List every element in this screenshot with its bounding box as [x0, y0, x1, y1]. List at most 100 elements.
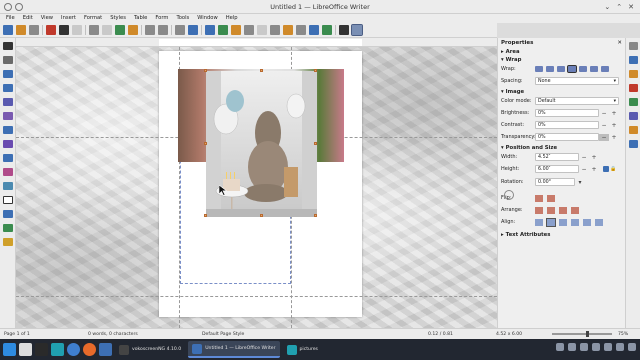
selected-image[interactable] — [204, 69, 317, 217]
menu-help[interactable]: Help — [223, 14, 241, 23]
basic-shapes-icon[interactable] — [322, 25, 332, 35]
wrap-left-icon[interactable] — [567, 65, 577, 73]
text-boundaries-icon[interactable] — [351, 24, 363, 36]
polygon-icon[interactable] — [3, 154, 13, 162]
flowchart-icon[interactable] — [3, 182, 13, 190]
redo-icon[interactable] — [158, 25, 168, 35]
menu-view[interactable]: View — [38, 14, 56, 23]
paste-icon[interactable] — [115, 25, 125, 35]
insert-line-icon[interactable] — [309, 25, 319, 35]
bring-forward-icon[interactable] — [547, 206, 555, 214]
height-increase-button[interactable]: + — [589, 166, 599, 173]
brightness-field[interactable]: 0% — [535, 109, 599, 117]
resize-handle-top-right[interactable] — [314, 69, 317, 72]
flip-vertical-icon[interactable] — [535, 194, 543, 202]
resize-handle-top-left[interactable] — [204, 69, 207, 72]
rotation-field[interactable]: 0.00° — [535, 178, 575, 186]
section-area[interactable]: ▸ Area — [498, 48, 625, 55]
document-page[interactable] — [16, 47, 497, 328]
volume-icon[interactable] — [580, 343, 588, 351]
navigator-tab-icon[interactable] — [629, 112, 638, 120]
save-icon[interactable] — [29, 25, 39, 35]
spacing-dropdown[interactable]: None ▾ — [535, 77, 619, 85]
clipboard-icon[interactable] — [556, 343, 564, 351]
insert-table-icon[interactable] — [205, 25, 215, 35]
menu-edit[interactable]: Edit — [20, 14, 36, 23]
brightness-increase-button[interactable]: + — [609, 110, 619, 117]
undo-icon[interactable] — [145, 25, 155, 35]
curve-icon[interactable] — [3, 112, 13, 120]
callouts-icon[interactable] — [3, 224, 13, 232]
wrap-through-icon[interactable] — [590, 66, 598, 72]
rotation-dial[interactable] — [504, 190, 514, 200]
discover-icon[interactable] — [67, 343, 80, 356]
menu-window[interactable]: Window — [194, 14, 220, 23]
spelling-icon[interactable] — [188, 25, 198, 35]
writer-launcher-icon[interactable] — [99, 343, 112, 356]
transparency-decrease-button[interactable]: − — [599, 133, 609, 141]
select-icon[interactable] — [3, 42, 13, 50]
section-position-size[interactable]: ▾ Position and Size — [498, 144, 625, 151]
page-tab-icon[interactable] — [629, 70, 638, 78]
show-desktop-icon[interactable] — [628, 343, 636, 351]
resize-handle-bottom-left[interactable] — [204, 214, 207, 217]
task-writer[interactable]: Untitled 1 — LibreOffice Writer — [188, 341, 280, 358]
insert-hyperlink-icon[interactable] — [270, 25, 280, 35]
section-wrap[interactable]: ▾ Wrap — [498, 56, 625, 63]
insert-chart-icon[interactable] — [231, 25, 241, 35]
wrap-off-icon[interactable] — [535, 66, 543, 72]
file-manager-icon[interactable] — [51, 343, 64, 356]
contrast-field[interactable]: 0% — [535, 121, 599, 129]
sidebar-menu-icon[interactable] — [629, 42, 638, 50]
width-increase-button[interactable]: + — [589, 154, 599, 161]
menu-table[interactable]: Table — [131, 14, 150, 23]
contrast-increase-button[interactable]: + — [609, 122, 619, 129]
document-canvas[interactable] — [16, 47, 497, 328]
points-icon[interactable] — [3, 238, 13, 246]
styles-tab-icon[interactable] — [629, 84, 638, 92]
line-icon[interactable] — [3, 56, 13, 64]
connector-icon[interactable] — [3, 98, 13, 106]
symbol-shapes-icon[interactable] — [3, 140, 13, 148]
insert-image-icon[interactable] — [218, 25, 228, 35]
network-icon[interactable] — [592, 343, 600, 351]
manage-changes-tab-icon[interactable] — [629, 126, 638, 134]
menu-format[interactable]: Format — [81, 14, 105, 23]
send-to-back-icon[interactable] — [571, 206, 579, 214]
print-preview-icon[interactable] — [72, 25, 82, 35]
find-replace-icon[interactable] — [175, 25, 185, 35]
new-document-icon[interactable] — [3, 25, 13, 35]
align-bottom-icon[interactable] — [595, 218, 603, 226]
copy-icon[interactable] — [102, 25, 112, 35]
keep-ratio-checkbox[interactable] — [603, 166, 609, 172]
flip-horizontal-icon[interactable] — [547, 194, 555, 202]
resize-handle-bottom-right[interactable] — [314, 214, 317, 217]
menu-styles[interactable]: Styles — [107, 14, 129, 23]
align-left-icon[interactable] — [535, 218, 543, 226]
resize-handle-right[interactable] — [314, 142, 317, 145]
wrap-right-icon[interactable] — [579, 66, 587, 72]
zoom-slider-knob[interactable] — [586, 331, 589, 337]
align-middle-icon[interactable] — [583, 218, 591, 226]
section-image[interactable]: ▾ Image — [498, 88, 625, 95]
open-folder-icon[interactable] — [16, 25, 26, 35]
updates-icon[interactable] — [604, 343, 612, 351]
color-mode-dropdown[interactable]: Default ▾ — [535, 97, 619, 105]
formatting-marks-icon[interactable] — [339, 25, 349, 35]
wrap-parallel-icon[interactable] — [601, 66, 609, 72]
wrap-page-icon[interactable] — [546, 66, 554, 72]
menu-insert[interactable]: Insert — [58, 14, 79, 23]
resize-handle-left[interactable] — [204, 142, 207, 145]
section-text-attributes[interactable]: ▸ Text Attributes — [498, 231, 625, 238]
bluetooth-icon[interactable] — [616, 343, 624, 351]
align-center-icon[interactable] — [546, 217, 556, 227]
align-right-icon[interactable] — [559, 218, 567, 226]
zoom-level[interactable]: 75% — [618, 332, 628, 337]
bring-to-front-icon[interactable] — [535, 206, 543, 214]
send-backward-icon[interactable] — [559, 206, 567, 214]
clone-formatting-icon[interactable] — [128, 25, 138, 35]
insert-textbox-icon[interactable] — [244, 25, 254, 35]
ellipse-icon[interactable] — [3, 84, 13, 92]
rectangle-icon[interactable] — [3, 70, 13, 78]
horizontal-ruler[interactable] — [16, 38, 497, 47]
